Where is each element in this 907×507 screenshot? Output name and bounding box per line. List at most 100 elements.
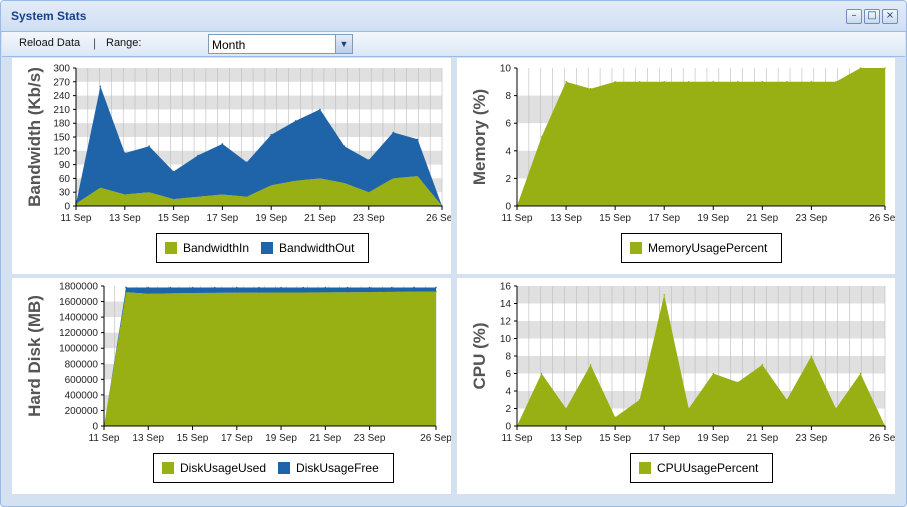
minimize-icon[interactable]: – xyxy=(846,9,862,24)
data-point xyxy=(148,145,150,147)
data-point xyxy=(392,131,395,134)
x-tick-label: 23 Sep xyxy=(354,433,386,444)
y-tick-label: 8 xyxy=(505,352,511,363)
y-tick-label: 12 xyxy=(500,317,512,328)
y-tick-label: 0 xyxy=(64,202,70,213)
x-tick-label: 19 Sep xyxy=(255,213,287,224)
y-tick-label: 300 xyxy=(53,64,70,75)
grid-band xyxy=(517,321,885,339)
data-point xyxy=(859,67,862,69)
y-axis-label: Memory (%) xyxy=(470,89,489,185)
y-tick-label: 90 xyxy=(59,160,71,171)
data-point xyxy=(435,286,437,289)
x-tick-label: 21 Sep xyxy=(304,213,336,224)
data-point xyxy=(343,145,346,147)
bandwidth-chart-panel: 0 30 60 90 120 150 180 210 240 270 300 11 Sep 13 Sep… xyxy=(12,58,451,274)
y-tick-label: 0 xyxy=(505,422,511,433)
data-point xyxy=(124,152,126,154)
data-point xyxy=(147,286,150,289)
data-point xyxy=(835,81,837,83)
legend-item-bandwidth-out: BandwidthOut xyxy=(261,241,354,255)
legend-item-cpu: CPUUsagePercent xyxy=(639,461,758,475)
data-point xyxy=(810,81,813,83)
data-point xyxy=(413,286,415,289)
data-point xyxy=(246,161,248,164)
y-tick-label: 6 xyxy=(505,369,511,380)
y-tick-label: 4 xyxy=(505,146,511,157)
toolbar-separator: | xyxy=(93,36,97,50)
data-point xyxy=(169,286,172,289)
data-point xyxy=(280,286,282,289)
legend-label: CPUUsagePercent xyxy=(657,461,759,475)
x-tick-label: 26 Sep xyxy=(869,213,895,224)
series-area-memoryusagepercent xyxy=(517,68,885,206)
legend-item-disk-used: DiskUsageUsed xyxy=(162,461,266,475)
chevron-down-icon[interactable]: ▼ xyxy=(335,35,352,53)
data-point xyxy=(638,81,641,83)
legend-label: DiskUsageFree xyxy=(296,461,379,475)
legend-item-disk-free: DiskUsageFree xyxy=(278,461,379,475)
range-label: Range: xyxy=(106,37,142,49)
grid-band xyxy=(517,286,885,304)
y-tick-label: 10 xyxy=(500,64,512,75)
y-tick-label: 60 xyxy=(59,174,71,185)
data-point xyxy=(191,286,194,289)
data-point xyxy=(213,286,216,289)
y-tick-label: 150 xyxy=(53,133,70,144)
data-point xyxy=(638,398,641,401)
x-tick-label: 17 Sep xyxy=(648,213,680,224)
range-select[interactable]: Month ▼ xyxy=(208,34,353,54)
legend-swatch xyxy=(639,462,651,474)
legend-label: BandwidthIn xyxy=(183,241,250,255)
x-tick-label: 23 Sep xyxy=(353,213,385,224)
cpu-legend: CPUUsagePercent xyxy=(630,453,774,483)
x-tick-label: 13 Sep xyxy=(132,433,164,444)
x-tick-label: 11 Sep xyxy=(502,213,533,224)
data-point xyxy=(737,381,739,384)
data-point xyxy=(589,363,592,366)
data-point xyxy=(565,407,567,410)
data-point xyxy=(663,293,665,296)
data-point xyxy=(614,81,616,83)
close-icon[interactable]: × xyxy=(882,9,898,24)
x-tick-label: 23 Sep xyxy=(796,213,828,224)
legend-swatch xyxy=(630,242,642,254)
toolbar: Reload Data | Range: Month ▼ xyxy=(2,32,905,57)
disk-chart-panel: 0 200000 400000 600000 800000 1000000 1200000 1… xyxy=(12,278,451,494)
data-point xyxy=(540,372,543,375)
data-point xyxy=(368,159,370,161)
legend-label: BandwidthOut xyxy=(279,241,355,255)
data-point xyxy=(324,286,327,289)
y-tick-label: 8 xyxy=(505,91,511,102)
x-tick-label: 13 Sep xyxy=(550,213,582,224)
data-point xyxy=(687,81,690,83)
grid-band xyxy=(76,123,442,137)
data-point xyxy=(416,138,419,141)
data-point xyxy=(99,85,102,88)
system-stats-window: System Stats – □ × Reload Data | Range: … xyxy=(0,0,907,507)
data-point xyxy=(761,81,764,83)
data-point xyxy=(712,81,715,83)
y-tick-label: 180 xyxy=(53,119,70,130)
x-tick-label: 17 Sep xyxy=(221,433,253,444)
x-tick-label: 13 Sep xyxy=(109,213,141,224)
y-axis-label: CPU (%) xyxy=(470,322,489,389)
data-point xyxy=(294,120,297,122)
x-tick-label: 13 Sep xyxy=(550,433,582,444)
memory-chart-panel: 0 2 4 6 8 10 11 Sep 13 Sep 15 Sep 17 Sep 19 Sep 21 … xyxy=(457,58,895,274)
x-tick-label: 15 Sep xyxy=(177,433,209,444)
data-point xyxy=(565,81,567,83)
data-point xyxy=(712,372,715,375)
legend-label: DiskUsageUsed xyxy=(180,461,267,475)
maximize-icon[interactable]: □ xyxy=(864,9,880,24)
window-titlebar[interactable]: System Stats – □ × xyxy=(1,1,906,32)
legend-swatch xyxy=(162,462,174,474)
reload-data-button[interactable]: Reload Data xyxy=(19,37,80,49)
y-tick-label: 1600000 xyxy=(59,297,98,308)
x-tick-label: 17 Sep xyxy=(648,433,680,444)
y-tick-label: 800000 xyxy=(65,359,99,370)
y-tick-label: 240 xyxy=(53,91,70,102)
y-tick-label: 14 xyxy=(500,299,512,310)
y-tick-label: 16 xyxy=(500,282,512,293)
data-point xyxy=(737,81,739,83)
